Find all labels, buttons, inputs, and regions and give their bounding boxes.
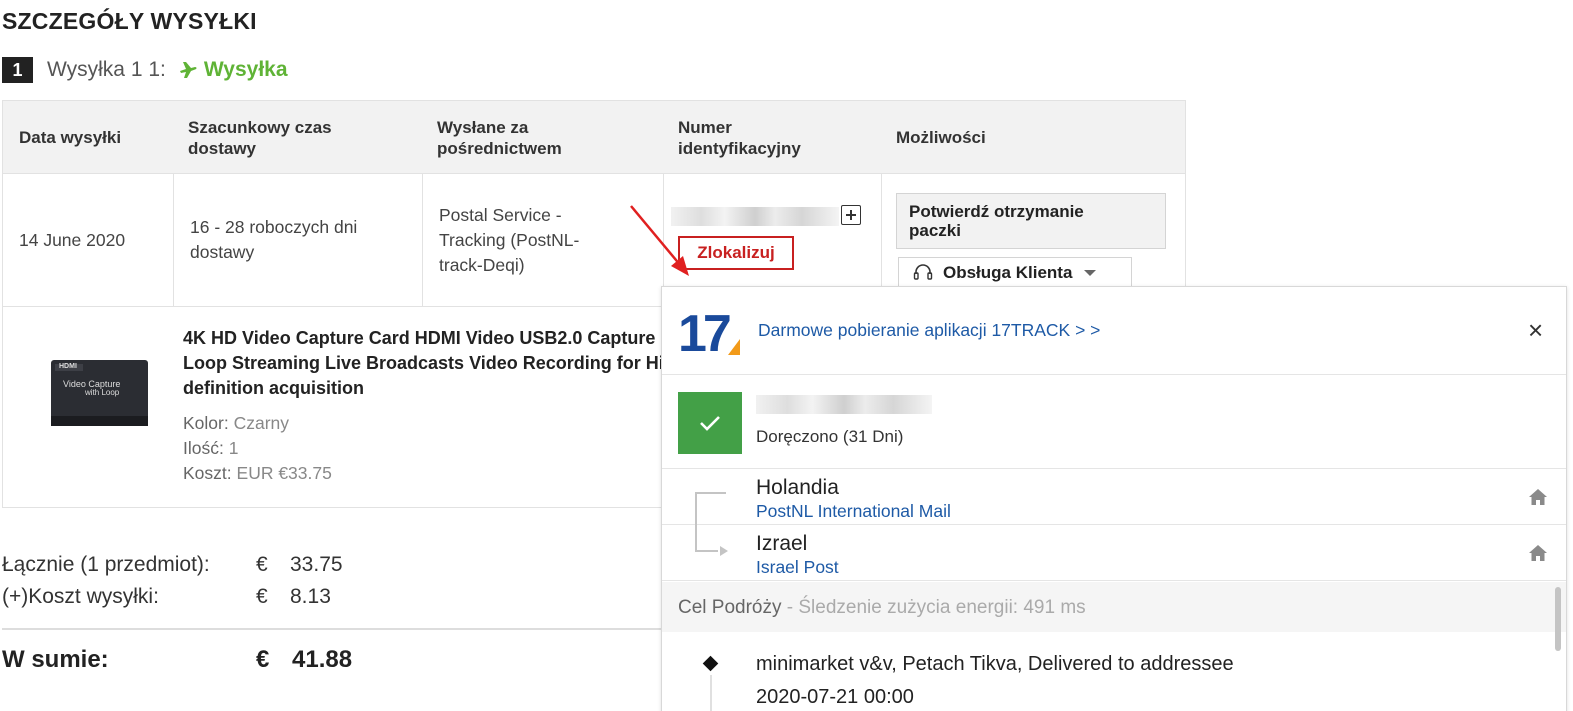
customer-service-button[interactable]: Obsługa Klienta [898, 257, 1132, 289]
subtotal-row: Łącznie (1 przedmiot): € 33.75 [2, 553, 343, 576]
header-ship-date: Data wysyłki [19, 128, 122, 147]
copy-icon[interactable] [841, 205, 861, 225]
carrier-name-link[interactable]: PostNL International Mail [756, 501, 951, 522]
tracking-number-blurred [671, 207, 839, 226]
carrier-row-origin[interactable]: Holandia PostNL International Mail [662, 470, 1566, 525]
shipment-number-badge: 1 [2, 57, 33, 83]
table-header: Data wysyłki Szacunkowy czas dostawy Wysł… [3, 101, 1185, 174]
event-description: minimarket v&v, Petach Tikva, Delivered … [756, 653, 1234, 675]
plane-icon [178, 60, 198, 80]
header-options: Możliwości [896, 128, 986, 147]
page-title: SZCZEGÓŁY WYSYŁKI [2, 8, 257, 34]
route-connector-icon [695, 492, 728, 556]
shipping-method: Wysyłka [203, 58, 288, 81]
carrier-name-link[interactable]: Israel Post [756, 557, 839, 578]
popup-header: 17 Darmowe pobieranie aplikacji 17TRACK … [662, 287, 1566, 375]
carrier-country: Izrael [756, 532, 808, 555]
download-app-link[interactable]: Darmowe pobieranie aplikacji 17TRACK > > [758, 320, 1100, 341]
tracking-energy-note: - Śledzenie zużycia energii: 491 ms [781, 597, 1086, 618]
confirm-receipt-button[interactable]: Potwierdź otrzymanie paczki [896, 193, 1166, 249]
header-shipped-via: Wysłane za pośrednictwem [437, 118, 562, 158]
shipped-via-value: Postal Service - Tracking (PostNL-track-D… [439, 205, 580, 275]
timeline-line [710, 675, 712, 711]
chevron-down-icon [1084, 270, 1097, 276]
summary-divider [2, 628, 702, 630]
svg-text:17: 17 [678, 307, 730, 355]
track-button[interactable]: Zlokalizuj [678, 236, 794, 270]
17track-logo: 17 [678, 305, 740, 363]
shipment-heading: 1 Wysyłka 1 1: Wysyłka [2, 57, 288, 83]
close-icon[interactable]: × [1528, 317, 1543, 343]
product-image[interactable]: HDMI Video Capture with Loop [49, 354, 150, 432]
header-tracking-number: Numer identyfikacyjny [678, 118, 801, 158]
checkmark-icon [678, 392, 742, 454]
delivery-status-text: Doręczono (31 Dni) [756, 427, 904, 446]
shipment-label: Wysyłka 1 1: [47, 58, 166, 81]
red-arrow-annotation [630, 205, 689, 276]
home-icon[interactable] [1528, 544, 1548, 567]
product-color: Kolor: Czarny [183, 413, 290, 433]
home-icon[interactable] [1528, 488, 1548, 511]
delivery-status-section: Doręczono (31 Dni) [662, 375, 1566, 469]
scrollbar[interactable] [1555, 587, 1561, 651]
carrier-row-destination[interactable]: Izrael Israel Post [662, 526, 1566, 581]
tracking-number-blurred-popup [756, 395, 932, 414]
total-row: W sumie: € 41.88 [2, 646, 353, 673]
destination-label: Cel Podróży [678, 597, 782, 618]
tracking-popup: 17 Darmowe pobieranie aplikacji 17TRACK … [661, 286, 1567, 711]
header-est-time: Szacunkowy czas dostawy [188, 118, 332, 158]
shipping-cost-row: (+)Koszt wysyłki: € 8.13 [2, 585, 331, 608]
product-name-link[interactable]: 4K HD Video Capture Card HDMI Video USB2… [183, 326, 663, 401]
destination-bar: Cel Podróży - Śledzenie zużycia energii:… [662, 582, 1566, 632]
product-quantity: Ilość: 1 [183, 438, 239, 458]
product-cost: Koszt: EUR €33.75 [183, 463, 332, 483]
timeline-diamond-icon [702, 655, 719, 672]
ship-date-value: 14 June 2020 [19, 230, 126, 250]
est-time-value: 16 - 28 roboczych dni dostawy [190, 217, 358, 262]
carrier-country: Holandia [756, 476, 839, 499]
event-time: 2020-07-21 00:00 [756, 686, 914, 708]
headset-icon [913, 264, 933, 282]
